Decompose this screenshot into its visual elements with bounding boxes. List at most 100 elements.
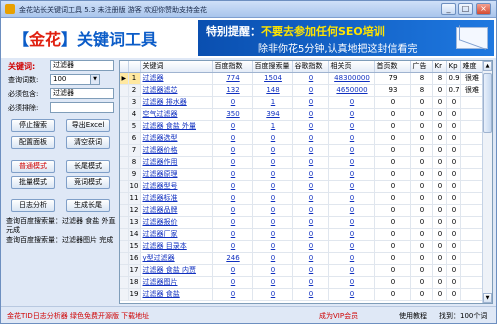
google-index-cell[interactable]: 0 — [292, 288, 329, 301]
baidu-search-cell[interactable]: 1504 — [252, 72, 293, 85]
baidu-index-cell[interactable]: 0 — [212, 228, 253, 241]
google-index-cell[interactable]: 0 — [292, 216, 329, 229]
table-row[interactable]: 14 过滤器厂家 0 0 0 0 0 0 0 0 — [120, 228, 483, 241]
baidu-index-cell[interactable]: 0 — [212, 240, 253, 253]
google-index-cell[interactable]: 0 — [292, 144, 329, 157]
baidu-search-cell[interactable]: 0 — [252, 228, 293, 241]
baidu-search-cell[interactable]: 1 — [252, 120, 293, 133]
tutorial-link[interactable]: 使用教程 — [399, 311, 427, 321]
keyword-cell[interactable]: 过滤器报价 — [140, 216, 213, 229]
generate-long-tail-button[interactable]: 生成长尾 — [66, 199, 110, 212]
google-index-cell[interactable]: 0 — [292, 204, 329, 217]
table-row[interactable]: 13 过滤器报价 0 0 0 0 0 0 0 0 — [120, 216, 483, 229]
google-index-cell[interactable]: 0 — [292, 96, 329, 109]
baidu-search-cell[interactable]: 0 — [252, 276, 293, 289]
baidu-index-cell[interactable]: 132 — [212, 84, 253, 97]
keyword-cell[interactable]: 过滤器品牌 — [140, 204, 213, 217]
baidu-index-cell[interactable]: 0 — [212, 204, 253, 217]
maximize-button[interactable]: □ — [458, 3, 473, 15]
scroll-down-icon[interactable]: ▼ — [483, 293, 492, 303]
must-include-input[interactable]: 过滤器 — [50, 88, 114, 99]
close-button[interactable]: × — [476, 3, 491, 15]
related-pages-cell[interactable]: 0 — [328, 132, 375, 145]
related-pages-cell[interactable]: 0 — [328, 288, 375, 301]
baidu-search-cell[interactable]: 0 — [252, 156, 293, 169]
keyword-cell[interactable]: 过滤器图片 — [140, 276, 213, 289]
table-row[interactable]: 17 过滤器 食盐 内贾 0 0 0 0 0 0 0 0 — [120, 264, 483, 277]
keyword-cell[interactable]: 过滤器滤芯 — [140, 84, 213, 97]
google-index-cell[interactable]: 0 — [292, 264, 329, 277]
related-pages-cell[interactable]: 0 — [328, 120, 375, 133]
keyword-cell[interactable]: 过滤器 食盐 外量 — [140, 120, 213, 133]
table-row[interactable]: 3 过滤器 排水器 0 1 0 0 0 0 0 0 — [120, 96, 483, 109]
baidu-index-cell[interactable]: 0 — [212, 168, 253, 181]
keyword-input[interactable]: 过滤器 — [50, 60, 114, 71]
col-baidu-search[interactable]: 百度搜索量 — [252, 61, 293, 73]
keyword-cell[interactable]: y型过滤器 — [140, 252, 213, 265]
related-pages-cell[interactable]: 0 — [328, 144, 375, 157]
related-pages-cell[interactable]: 0 — [328, 96, 375, 109]
col-google-index[interactable]: 谷歌指数 — [292, 61, 329, 73]
col-baidu-index[interactable]: 百度指数 — [212, 61, 253, 73]
baidu-index-cell[interactable]: 0 — [212, 216, 253, 229]
baidu-search-cell[interactable]: 0 — [252, 216, 293, 229]
keyword-cell[interactable]: 过滤器 食盐 — [140, 288, 213, 301]
google-index-cell[interactable]: 0 — [292, 156, 329, 169]
normal-mode-button[interactable]: 普通模式 — [11, 160, 55, 173]
baidu-search-cell[interactable]: 0 — [252, 192, 293, 205]
keyword-cell[interactable]: 过滤器 — [140, 72, 213, 85]
baidu-search-cell[interactable]: 148 — [252, 84, 293, 97]
vertical-scrollbar[interactable]: ▲ ▼ — [482, 61, 492, 303]
baidu-index-cell[interactable]: 0 — [212, 144, 253, 157]
competitor-mode-button[interactable]: 竞词模式 — [66, 176, 110, 189]
google-index-cell[interactable]: 0 — [292, 192, 329, 205]
google-index-cell[interactable]: 0 — [292, 180, 329, 193]
related-pages-cell[interactable]: 0 — [328, 264, 375, 277]
google-index-cell[interactable]: 0 — [292, 240, 329, 253]
keyword-cell[interactable]: 过滤器型号 — [140, 180, 213, 193]
batch-mode-button[interactable]: 批量模式 — [11, 176, 55, 189]
table-row[interactable]: 7 过滤器价格 0 0 0 0 0 0 0 0 — [120, 144, 483, 157]
baidu-index-cell[interactable]: 0 — [212, 156, 253, 169]
baidu-index-cell[interactable]: 0 — [212, 288, 253, 301]
col-ads[interactable]: 广告 — [410, 61, 433, 73]
related-pages-cell[interactable]: 0 — [328, 108, 375, 121]
baidu-index-cell[interactable]: 350 — [212, 108, 253, 121]
related-pages-cell[interactable]: 0 — [328, 276, 375, 289]
baidu-index-cell[interactable]: 0 — [212, 264, 253, 277]
baidu-search-cell[interactable]: 0 — [252, 180, 293, 193]
baidu-index-cell[interactable]: 774 — [212, 72, 253, 85]
related-pages-cell[interactable]: 0 — [328, 204, 375, 217]
baidu-search-cell[interactable]: 0 — [252, 240, 293, 253]
col-keyword[interactable]: 关键词 — [140, 61, 213, 73]
google-index-cell[interactable]: 0 — [292, 252, 329, 265]
baidu-index-cell[interactable]: 0 — [212, 192, 253, 205]
keyword-cell[interactable]: 过滤器原理 — [140, 168, 213, 181]
baidu-index-cell[interactable]: 0 — [212, 276, 253, 289]
keyword-cell[interactable]: 空气过滤器 — [140, 108, 213, 121]
related-pages-cell[interactable]: 0 — [328, 252, 375, 265]
table-row[interactable]: 19 过滤器 食盐 0 0 0 0 0 0 0 0 — [120, 288, 483, 301]
results-table[interactable]: 关键词 百度指数 百度搜索量 谷歌指数 相关页 首页数 广告 Kr Kp 难度 … — [119, 60, 493, 304]
baidu-search-cell[interactable]: 0 — [252, 288, 293, 301]
google-index-cell[interactable]: 0 — [292, 132, 329, 145]
baidu-index-cell[interactable]: 246 — [212, 252, 253, 265]
baidu-search-cell[interactable]: 394 — [252, 108, 293, 121]
export-excel-button[interactable]: 导出Excel — [66, 119, 110, 132]
baidu-search-cell[interactable]: 0 — [252, 252, 293, 265]
download-ad-link[interactable]: 金花TID日志分析器 绿色免费开源版 下载地址 — [7, 311, 149, 321]
table-row[interactable]: ▶ 1 过滤器 774 1504 0 48300000 79 8 8 0.9 很难 — [120, 72, 483, 85]
google-index-cell[interactable]: 0 — [292, 168, 329, 181]
keyword-cell[interactable]: 过滤器 食盐 内贾 — [140, 264, 213, 277]
clear-results-button[interactable]: 清空获词 — [66, 136, 110, 149]
table-row[interactable]: 15 过滤器 目录本 0 0 0 0 0 0 0 0 — [120, 240, 483, 253]
table-row[interactable]: 18 过滤器图片 0 0 0 0 0 0 0 0 — [120, 276, 483, 289]
baidu-search-cell[interactable]: 0 — [252, 132, 293, 145]
col-kr[interactable]: Kr — [432, 61, 447, 73]
baidu-search-cell[interactable]: 0 — [252, 264, 293, 277]
keyword-cell[interactable]: 过滤器作用 — [140, 156, 213, 169]
related-pages-cell[interactable]: 0 — [328, 228, 375, 241]
keyword-cell[interactable]: 过滤器价格 — [140, 144, 213, 157]
google-index-cell[interactable]: 0 — [292, 108, 329, 121]
baidu-search-cell[interactable]: 0 — [252, 144, 293, 157]
